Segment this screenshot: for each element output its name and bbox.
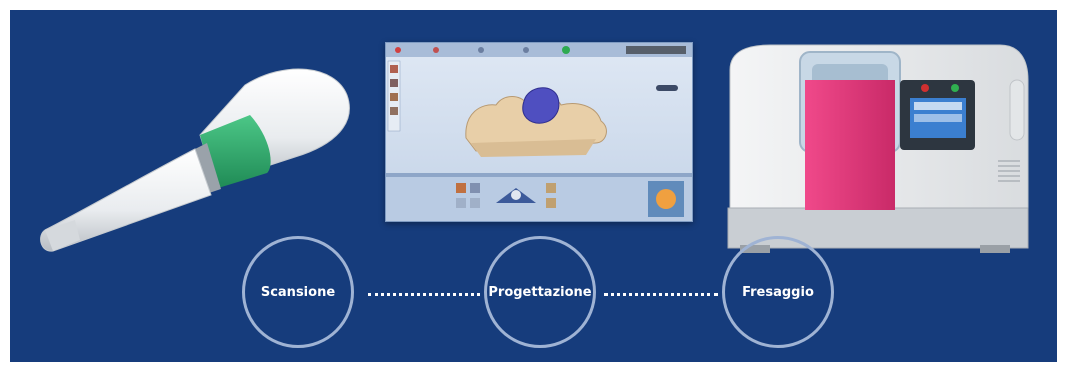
connector-design-mill xyxy=(604,293,718,296)
workflow-banner: Scansione Progettazione Fresaggio xyxy=(10,10,1057,362)
intraoral-scanner-image xyxy=(40,68,350,252)
step-design-label: Progettazione xyxy=(488,284,592,300)
step-design-circle: Progettazione xyxy=(484,236,596,348)
step-scan-circle: Scansione xyxy=(242,236,354,348)
software-ui-graphic xyxy=(386,43,692,221)
connector-scan-design xyxy=(368,293,480,296)
step-mill-circle: Fresaggio xyxy=(722,236,834,348)
step-mill-label: Fresaggio xyxy=(742,284,814,300)
cad-software-screenshot xyxy=(385,42,693,222)
step-scan-label: Scansione xyxy=(260,284,336,300)
milling-machine-image xyxy=(727,44,1029,253)
